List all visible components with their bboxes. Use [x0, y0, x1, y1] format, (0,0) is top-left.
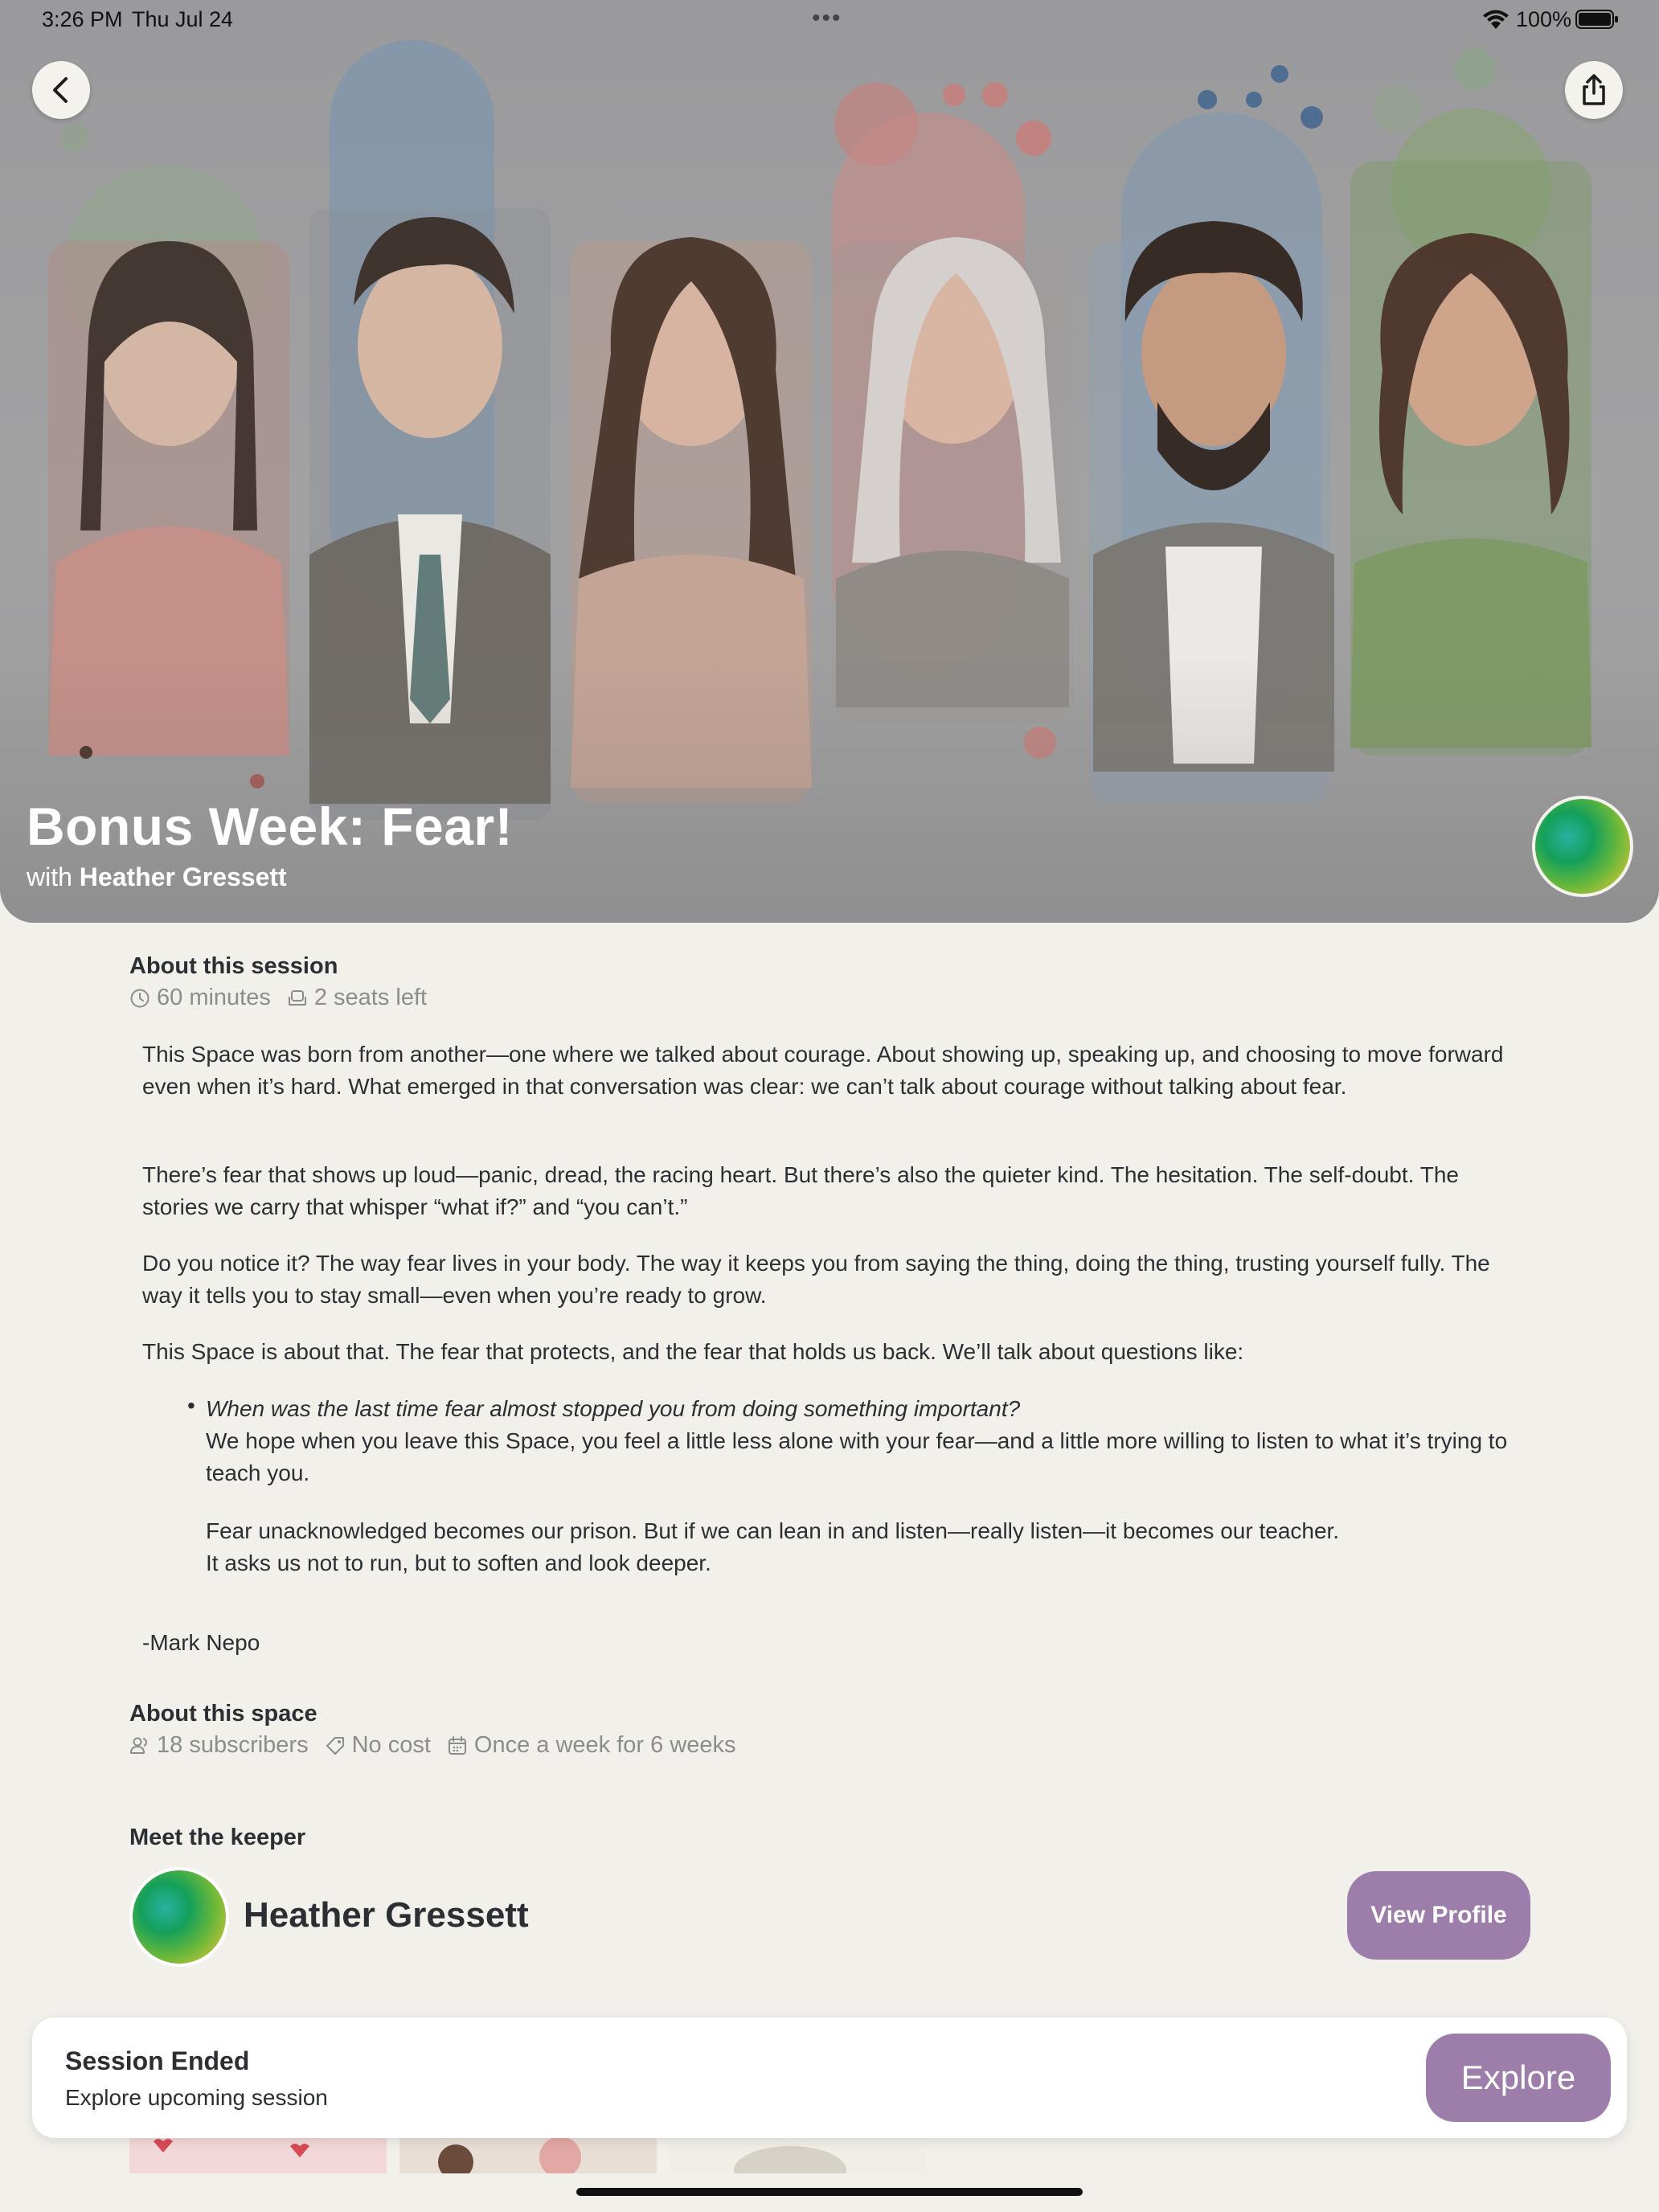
multitasking-dots-icon[interactable]: •••: [812, 5, 842, 32]
session-paragraph-3: Do you notice it? The way fear lives in …: [142, 1251, 1490, 1308]
explore-button[interactable]: Explore: [1426, 2034, 1611, 2122]
space-meta: 18 subscribers No cost Once a week for 6…: [129, 1732, 736, 1759]
thumbnail-sketch[interactable]: [670, 2138, 925, 2173]
share-button[interactable]: [1565, 61, 1623, 119]
people-icon: [130, 1737, 148, 1754]
seat-icon: [288, 989, 306, 1006]
schedule: Once a week for 6 weeks: [473, 1732, 736, 1758]
status-date: Thu Jul 24: [132, 7, 234, 31]
session-paragraph-2: There’s fear that shows up loud—panic, d…: [142, 1162, 1459, 1219]
session-paragraph-1: This Space was born from another—one whe…: [142, 1042, 1504, 1099]
host-name: Heather Gressett: [79, 862, 287, 891]
keeper-name: Heather Gressett: [244, 1895, 529, 1935]
session-paragraph-4: This Space is about that. The fear that …: [142, 1339, 1244, 1364]
about-session-heading: About this session: [129, 953, 338, 979]
meet-keeper-heading: Meet the keeper: [129, 1825, 306, 1850]
home-indicator[interactable]: [576, 2188, 1083, 2196]
back-button[interactable]: [32, 61, 90, 119]
status-time: 3:26 PM: [42, 7, 123, 31]
battery-icon: [1575, 10, 1618, 29]
seats-left: 2 seats left: [313, 985, 428, 1010]
bullet-question: When was the last time fear almost stopp…: [206, 1396, 1021, 1421]
duration: 60 minutes: [157, 985, 271, 1010]
session-host-line: with Heather Gressett: [27, 862, 287, 892]
keeper-avatar[interactable]: [129, 1867, 229, 1967]
about-space-heading: About this space: [129, 1701, 317, 1727]
battery-percentage: 100%: [1516, 7, 1572, 31]
banner-subtitle: Explore upcoming session: [65, 2085, 328, 2110]
view-profile-button[interactable]: View Profile: [1347, 1871, 1530, 1960]
bullet-marker: •: [187, 1393, 195, 1418]
hero-banner: 3:26 PM Thu Jul 24 ••• 100% Bonus Week: …: [0, 0, 1659, 923]
thumbnail-hearts[interactable]: [129, 2138, 387, 2173]
chevron-left-icon: [53, 77, 68, 103]
upcoming-thumbnails: [129, 2138, 925, 2173]
subscriber-count: 18 subscribers: [157, 1732, 309, 1758]
clock-icon: [130, 989, 150, 1007]
banner-title: Session Ended: [65, 2046, 250, 2075]
session-ended-banner: Session Ended Explore upcoming session E…: [32, 2017, 1627, 2138]
cost: No cost: [351, 1732, 431, 1758]
status-bar: 3:26 PM Thu Jul 24 ••• 100%: [0, 0, 1659, 39]
calendar-icon: [448, 1735, 466, 1755]
share-icon: [1583, 74, 1605, 105]
with-prefix: with: [27, 862, 80, 891]
host-avatar[interactable]: [1532, 796, 1633, 897]
session-title: Bonus Week: Fear!: [27, 797, 514, 856]
quote-line-1: Fear unacknowledged becomes our prison. …: [206, 1518, 1340, 1543]
tag-icon: [326, 1736, 344, 1755]
wifi-icon: [1483, 10, 1509, 29]
quote-attribution: -Mark Nepo: [142, 1630, 260, 1655]
thumbnail-portraits[interactable]: [399, 2138, 657, 2173]
bullet-followup: We hope when you leave this Space, you f…: [206, 1428, 1508, 1485]
quote-line-2: It asks us not to run, but to soften and…: [206, 1550, 711, 1575]
session-meta: 60 minutes 2 seats left: [129, 985, 427, 1011]
